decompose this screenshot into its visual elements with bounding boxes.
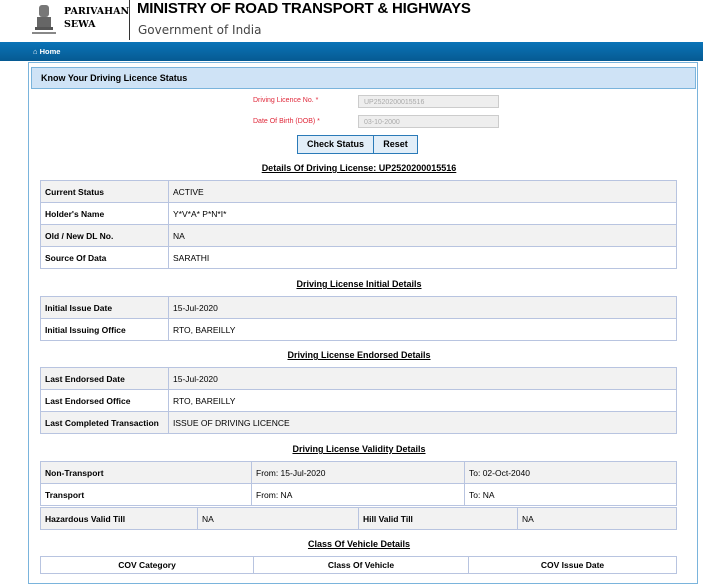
validity-table: Non-Transport From: 15-Jul-2020 To: 02-Oct… [40,461,677,506]
table-header-row: COV Category Class Of Vehicle COV Issue Da… [40,556,677,574]
hill-value: NA [517,507,677,530]
table-row: Transport From: NA To: NA [40,483,677,506]
government-subtitle: Government of India [138,23,262,37]
row-label: Source Of Data [40,246,169,269]
dl-number-label: Driving Licence No. * [253,97,319,104]
table-row: Last Endorsed Date 15-Jul-2020 [40,367,677,390]
row-label: Non-Transport [40,461,252,484]
check-status-button[interactable]: Check Status [297,135,374,154]
home-icon: ⌂ [33,47,38,56]
row-label: Initial Issuing Office [40,318,169,341]
details-table: Current Status ACTIVE Holder's Name Y*V*A*… [40,180,677,269]
row-label: Holder's Name [40,202,169,225]
national-emblem-icon [32,5,56,34]
column-header: COV Issue Date [468,556,677,574]
valid-from: From: 15-Jul-2020 [251,461,465,484]
table-row: Hazardous Valid Till NA Hill Valid Till NA [40,507,677,530]
dob-label: Date Of Birth (DOB) * [253,118,320,125]
row-label: Last Endorsed Office [40,389,169,412]
parivahan-logo-text: PARIVAHAN SEWA [64,6,130,30]
details-heading: Details Of Driving License: UP2520200015… [261,163,457,173]
column-header: Class Of Vehicle [253,556,469,574]
cov-heading: Class Of Vehicle Details [307,539,411,549]
row-label: Last Completed Transaction [40,411,169,434]
row-value: Y*V*A* P*N*I* [168,202,677,225]
endorsed-table: Last Endorsed Date 15-Jul-2020 Last Endor… [40,367,677,434]
valid-to: To: NA [464,483,677,506]
row-label: Current Status [40,180,169,203]
valid-from: From: NA [251,483,465,506]
row-value: ISSUE OF DRIVING LICENCE [168,411,677,434]
dob-input[interactable]: 03-10-2000 [358,115,499,128]
table-row: Source Of Data SARATHI [40,246,677,269]
hazardous-label: Hazardous Valid Till [40,507,198,530]
row-label: Last Endorsed Date [40,367,169,390]
dl-number-input[interactable]: UP2520200015516 [358,95,499,108]
table-row: Old / New DL No. NA [40,224,677,247]
row-value: SARATHI [168,246,677,269]
row-value: RTO, BAREILLY [168,318,677,341]
table-row: Non-Transport From: 15-Jul-2020 To: 02-Oct… [40,461,677,484]
cov-table: COV Category Class Of Vehicle COV Issue Da… [40,556,677,574]
panel-title: Know Your Driving Licence Status [31,67,696,89]
valid-to: To: 02-Oct-2040 [464,461,677,484]
row-label: Transport [40,483,252,506]
divider [129,0,130,40]
hill-label: Hill Valid Till [358,507,518,530]
licence-status-panel: Know Your Driving Licence Status Driving… [28,62,698,584]
site-header: PARIVAHAN SEWA MINISTRY OF ROAD TRANSPORT… [0,0,703,42]
nav-bar: ⌂ Home [0,42,703,61]
table-row: Initial Issuing Office RTO, BAREILLY [40,318,677,341]
table-row: Last Endorsed Office RTO, BAREILLY [40,389,677,412]
table-row: Holder's Name Y*V*A* P*N*I* [40,202,677,225]
table-row: Initial Issue Date 15-Jul-2020 [40,296,677,319]
row-value: ACTIVE [168,180,677,203]
row-value: 15-Jul-2020 [168,367,677,390]
home-link[interactable]: ⌂ Home [33,47,60,56]
row-value: RTO, BAREILLY [168,389,677,412]
validity-heading: Driving License Validity Details [292,444,426,454]
hazardous-hill-table: Hazardous Valid Till NA Hill Valid Till NA [40,507,677,530]
row-value: 15-Jul-2020 [168,296,677,319]
initial-table: Initial Issue Date 15-Jul-2020 Initial Is… [40,296,677,341]
hazardous-value: NA [197,507,359,530]
row-value: NA [168,224,677,247]
initial-heading: Driving License Initial Details [296,279,422,289]
table-row: Last Completed Transaction ISSUE OF DRIVI… [40,411,677,434]
row-label: Old / New DL No. [40,224,169,247]
ministry-title: MINISTRY OF ROAD TRANSPORT & HIGHWAYS [137,0,471,17]
endorsed-heading: Driving License Endorsed Details [287,350,431,360]
row-label: Initial Issue Date [40,296,169,319]
reset-button[interactable]: Reset [373,135,418,154]
table-row: Current Status ACTIVE [40,180,677,203]
column-header: COV Category [40,556,254,574]
